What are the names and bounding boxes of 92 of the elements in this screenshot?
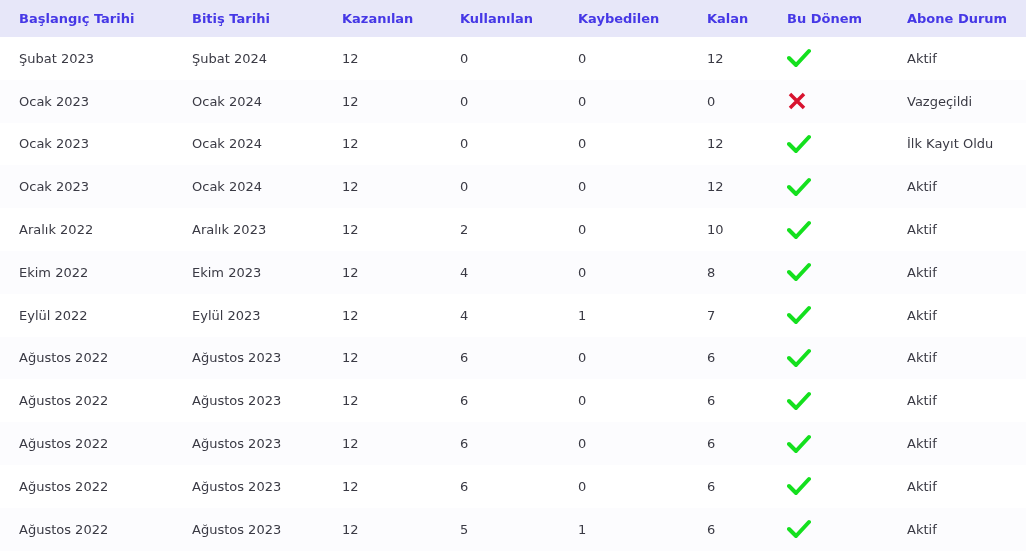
table-cell: Ağustos 2023 — [192, 521, 282, 537]
column-header: Kazanılan — [342, 11, 414, 26]
column-header: Kaybedilen — [578, 11, 660, 26]
table-cell: 0 — [578, 93, 587, 109]
table-cell: 6 — [460, 436, 469, 452]
table-cell: 0 — [578, 436, 587, 452]
table-cell: Aktif — [907, 222, 937, 238]
table-cell: 12 — [342, 521, 359, 537]
table-cell: Ağustos 2023 — [192, 350, 282, 366]
column-header: Bu Dönem — [787, 11, 863, 26]
table-cell: Ağustos 2023 — [192, 393, 282, 409]
table-cell: Ağustos 2023 — [192, 478, 282, 494]
table-cell: Ocak 2024 — [192, 179, 263, 195]
table-cell: 12 — [342, 136, 359, 152]
table-cell: 0 — [460, 50, 469, 66]
table-cell: 0 — [460, 93, 469, 109]
table-cell: 0 — [460, 179, 469, 195]
table-cell: 0 — [707, 93, 716, 109]
table-cell: 6 — [707, 478, 716, 494]
table-cell: 0 — [460, 136, 469, 152]
table-cell: Vazgeçildi — [907, 93, 973, 109]
table-cell: 12 — [707, 50, 724, 66]
table-cell: Aktif — [907, 179, 937, 195]
table-cell: 6 — [707, 393, 716, 409]
table-cell: 2 — [460, 222, 469, 238]
table-cell: 12 — [707, 179, 724, 195]
table-cell: Eylül 2023 — [192, 307, 261, 323]
table-cell: 0 — [578, 50, 587, 66]
table-cell: 12 — [342, 264, 359, 280]
table-cell: Aktif — [907, 350, 937, 366]
table-cell: 1 — [578, 521, 587, 537]
table-cell: Şubat 2024 — [192, 50, 268, 66]
table-cell: 0 — [578, 136, 587, 152]
table-cell: 12 — [707, 136, 724, 152]
table-cell: 12 — [342, 478, 359, 494]
table-cell: Aktif — [907, 50, 937, 66]
table-cell: Ocak 2023 — [19, 179, 90, 195]
table-cell: İlk Kayıt Oldu — [907, 136, 994, 152]
table-cell: Eylül 2022 — [19, 307, 88, 323]
table-cell: 6 — [707, 350, 716, 366]
table-cell: 6 — [460, 393, 469, 409]
column-header: Başlangıç Tarihi — [19, 11, 135, 26]
table-cell: 0 — [578, 478, 587, 494]
table-cell: 6 — [707, 521, 716, 537]
table-cell: 4 — [460, 307, 469, 323]
table-cell: 12 — [342, 393, 359, 409]
table-cell: Ağustos 2023 — [192, 436, 282, 452]
table-cell: 1 — [578, 307, 587, 323]
column-header: Kullanılan — [460, 11, 533, 26]
table-cell: Ocak 2024 — [192, 136, 263, 152]
table-cell: Aktif — [907, 436, 937, 452]
table-cell: 12 — [342, 50, 359, 66]
table-cell: Aktif — [907, 264, 937, 280]
table-cell: 12 — [342, 350, 359, 366]
column-header: Kalan — [707, 11, 749, 26]
table-cell: 8 — [707, 264, 716, 280]
table-cell: Aktif — [907, 478, 937, 494]
table-cell: 0 — [578, 393, 587, 409]
table-cell: 0 — [578, 179, 587, 195]
table-cell: Ağustos 2022 — [19, 393, 109, 409]
table-cell: Ağustos 2022 — [19, 478, 109, 494]
table-cell: 0 — [578, 350, 587, 366]
table-cell: Aktif — [907, 307, 937, 323]
table-cell: Aralık 2022 — [19, 222, 94, 238]
table-cell: Şubat 2023 — [19, 50, 95, 66]
table-cell: 6 — [460, 350, 469, 366]
table-cell: 7 — [707, 307, 716, 323]
table-cell: 4 — [460, 264, 469, 280]
table-cell: Ağustos 2022 — [19, 350, 109, 366]
table-cell: Ekim 2022 — [19, 264, 89, 280]
table-cell: Ağustos 2022 — [19, 436, 109, 452]
table-cell: 12 — [342, 179, 359, 195]
column-header: Bitiş Tarihi — [192, 11, 270, 26]
table-cell: 6 — [707, 436, 716, 452]
table-cell: Aktif — [907, 521, 937, 537]
table-cell: 12 — [342, 222, 359, 238]
table-cell: 12 — [342, 307, 359, 323]
table-cell: Aralık 2023 — [192, 222, 267, 238]
table-cell: 12 — [342, 93, 359, 109]
table-cell: Ağustos 2022 — [19, 521, 109, 537]
table-cell: 5 — [460, 521, 469, 537]
table-cell: 0 — [578, 264, 587, 280]
table-cell: Aktif — [907, 393, 937, 409]
table-cell: 0 — [578, 222, 587, 238]
table-cell: 6 — [460, 478, 469, 494]
table-cell: 10 — [707, 222, 724, 238]
table-cell: 12 — [342, 436, 359, 452]
table-cell: Ocak 2023 — [19, 136, 90, 152]
table-cell: Ocak 2023 — [19, 93, 90, 109]
table-cell: Ekim 2023 — [192, 264, 262, 280]
column-header: Abone Durum — [907, 11, 1008, 26]
table-cell: Ocak 2024 — [192, 93, 263, 109]
